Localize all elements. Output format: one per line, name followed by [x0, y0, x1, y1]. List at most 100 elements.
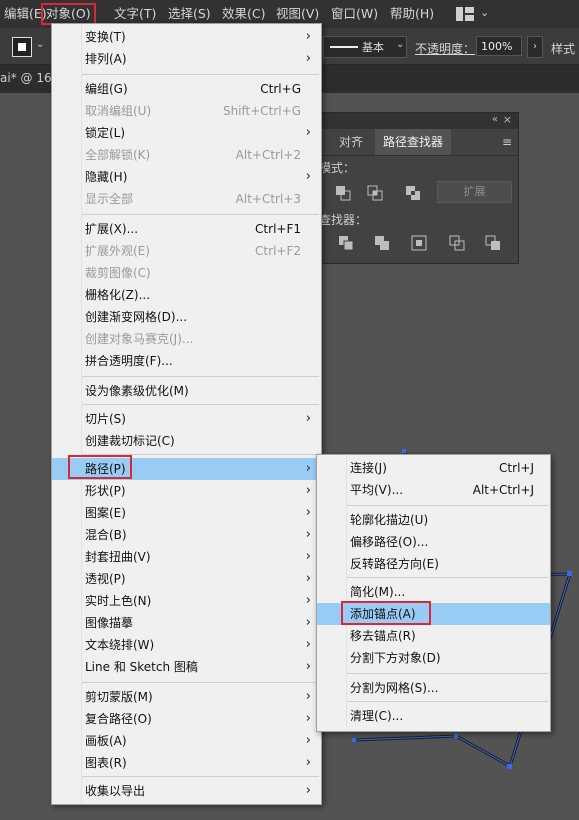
menu-item-rasterize[interactable]: 栅格化(Z)... [52, 284, 321, 306]
menu-item-label: 移去锚点(R) [350, 629, 416, 643]
menu-item-text-wrap[interactable]: 文本绕排(W) › [52, 634, 321, 656]
outline-icon[interactable] [485, 235, 501, 251]
menu-item-label: 编组(G) [85, 82, 128, 96]
chevron-right-icon: › [305, 755, 311, 770]
collapse-icon[interactable]: « [492, 114, 498, 125]
menu-item-label: 连接(J) [350, 461, 387, 475]
chevron-right-icon: › [305, 169, 311, 184]
menu-item-live-paint[interactable]: 实时上色(N) › [52, 590, 321, 612]
chevron-right-icon: › [305, 527, 311, 542]
pathfinder-panel: « × 对齐 路径查找器 ≡ 模式： 扩展 查找器： [319, 112, 519, 264]
trim-icon[interactable] [374, 235, 390, 251]
chevron-right-icon: › [305, 549, 311, 564]
menu-separator [82, 776, 319, 777]
menu-item-transform[interactable]: 变换(T) › [52, 26, 321, 48]
menu-separator [347, 673, 548, 674]
object-menu: 变换(T) › 排列(A) › 编组(G) Ctrl+G 取消编组(U) Shift+Ctrl… [51, 23, 322, 805]
menu-item-label: 实时上色(N) [85, 594, 152, 608]
menu-separator [82, 682, 319, 683]
menu-item-label: 设为像素级优化(M) [85, 384, 189, 398]
panel-titlebar[interactable]: « × [321, 113, 518, 129]
chevron-right-icon: › [305, 615, 311, 630]
menu-item-label: 文本绕排(W) [85, 638, 155, 652]
menu-item-crop-image: 裁剪图像(C) [52, 262, 321, 284]
menu-item-create-gradient-mesh[interactable]: 创建渐变网格(D)... [52, 306, 321, 328]
merge-icon[interactable] [411, 235, 427, 251]
menu-item-blend[interactable]: 混合(B) › [52, 524, 321, 546]
submenu-item-divide-objects-below[interactable]: 分割下方对象(D) [317, 647, 550, 669]
menu-item-lock[interactable]: 锁定(L) › [52, 122, 321, 144]
menu-item-label: 排列(A) [85, 52, 127, 66]
menu-item-label: 图案(E) [85, 506, 126, 520]
panel-menu-icon[interactable]: ≡ [502, 135, 512, 149]
menu-separator [347, 577, 548, 578]
menu-item-compound-path[interactable]: 复合路径(O) › [52, 708, 321, 730]
menu-item-label: 混合(B) [85, 528, 127, 542]
menu-separator [82, 404, 319, 405]
submenu-item-outline-stroke[interactable]: 轮廓化描边(U) [317, 509, 550, 531]
submenu-item-clean-up[interactable]: 清理(C)... [317, 705, 550, 727]
menu-item-envelope-distort[interactable]: 封套扭曲(V) › [52, 546, 321, 568]
menu-item-pattern[interactable]: 图案(E) › [52, 502, 321, 524]
submenu-item-split-into-grid[interactable]: 分割为网格(S)... [317, 677, 550, 699]
menu-item-ungroup: 取消编组(U) Shift+Ctrl+G [52, 100, 321, 122]
submenu-item-average[interactable]: 平均(V)... Alt+Ctrl+J [317, 479, 550, 501]
intersect-icon[interactable] [367, 185, 383, 201]
tab-align[interactable]: 对齐 [329, 129, 373, 155]
menu-item-label: 画板(A) [85, 734, 127, 748]
menu-item-line-sketch-art[interactable]: Line 和 Sketch 图稿 › [52, 656, 321, 678]
menu-item-hide[interactable]: 隐藏(H) › [52, 166, 321, 188]
menu-item-shortcut: Ctrl+F2 [255, 244, 301, 258]
menu-item-label: 扩展(X)... [85, 222, 139, 236]
menu-separator [347, 701, 548, 702]
menu-item-label: 封套扭曲(V) [85, 550, 151, 564]
tab-pathfinder[interactable]: 路径查找器 [375, 129, 451, 155]
menu-item-label: 图表(R) [85, 756, 127, 770]
crop-icon[interactable] [449, 235, 465, 251]
menu-item-label: 裁剪图像(C) [85, 266, 151, 280]
menu-item-label: 分割为网格(S)... [350, 681, 439, 695]
menu-item-perspective[interactable]: 透视(P) › [52, 568, 321, 590]
menu-item-clipping-mask[interactable]: 剪切蒙版(M) › [52, 686, 321, 708]
menu-item-expand[interactable]: 扩展(X)... Ctrl+F1 [52, 218, 321, 240]
submenu-item-reverse-path-direction[interactable]: 反转路径方向(E) [317, 553, 550, 575]
divide-icon[interactable] [338, 235, 354, 251]
submenu-item-remove-anchor-points[interactable]: 移去锚点(R) [317, 625, 550, 647]
menu-item-shortcut: Alt+Ctrl+2 [235, 148, 301, 162]
menu-item-flatten-transparency[interactable]: 拼合透明度(F)... [52, 350, 321, 372]
exclude-icon[interactable] [405, 185, 421, 201]
chevron-right-icon: › [305, 483, 311, 498]
menu-item-label: 创建对象马赛克(J)... [85, 332, 194, 346]
menu-separator [82, 74, 319, 75]
menu-item-collect-for-export[interactable]: 收集以导出 › [52, 780, 321, 802]
menu-item-label: 隐藏(H) [85, 170, 128, 184]
menu-item-graph[interactable]: 图表(R) › [52, 752, 321, 774]
menu-item-label: 变换(T) [85, 30, 126, 44]
menu-item-create-trim-marks[interactable]: 创建裁切标记(C) [52, 430, 321, 452]
submenu-item-join[interactable]: 连接(J) Ctrl+J [317, 457, 550, 479]
menu-item-label: 显示全部 [85, 192, 134, 206]
menu-item-label: 切片(S) [85, 412, 126, 426]
menu-item-label: 收集以导出 [85, 784, 146, 798]
minus-front-icon[interactable] [335, 185, 351, 201]
menu-item-label: 形状(P) [85, 484, 126, 498]
menu-item-label: 简化(M)... [350, 585, 406, 599]
menu-item-label: Line 和 Sketch 图稿 [85, 660, 198, 674]
close-icon[interactable]: × [503, 113, 512, 126]
menu-item-label: 全部解锁(K) [85, 148, 151, 162]
menu-item-image-trace[interactable]: 图像描摹 › [52, 612, 321, 634]
menu-item-shape[interactable]: 形状(P) › [52, 480, 321, 502]
menu-item-shortcut: Ctrl+G [260, 82, 301, 96]
expand-button[interactable]: 扩展 [437, 181, 512, 203]
menu-item-shortcut: Ctrl+F1 [255, 222, 301, 236]
menu-item-make-pixel-perfect[interactable]: 设为像素级优化(M) [52, 380, 321, 402]
menu-item-label: 清理(C)... [350, 709, 404, 723]
menu-item-slice[interactable]: 切片(S) › [52, 408, 321, 430]
submenu-item-offset-path[interactable]: 偏移路径(O)... [317, 531, 550, 553]
menu-item-group[interactable]: 编组(G) Ctrl+G [52, 78, 321, 100]
menu-item-arrange[interactable]: 排列(A) › [52, 48, 321, 70]
menu-item-artboards[interactable]: 画板(A) › [52, 730, 321, 752]
path-item-highlight-box [68, 455, 132, 479]
submenu-item-simplify[interactable]: 简化(M)... [317, 581, 550, 603]
menu-item-shortcut: Shift+Ctrl+G [222, 104, 301, 118]
